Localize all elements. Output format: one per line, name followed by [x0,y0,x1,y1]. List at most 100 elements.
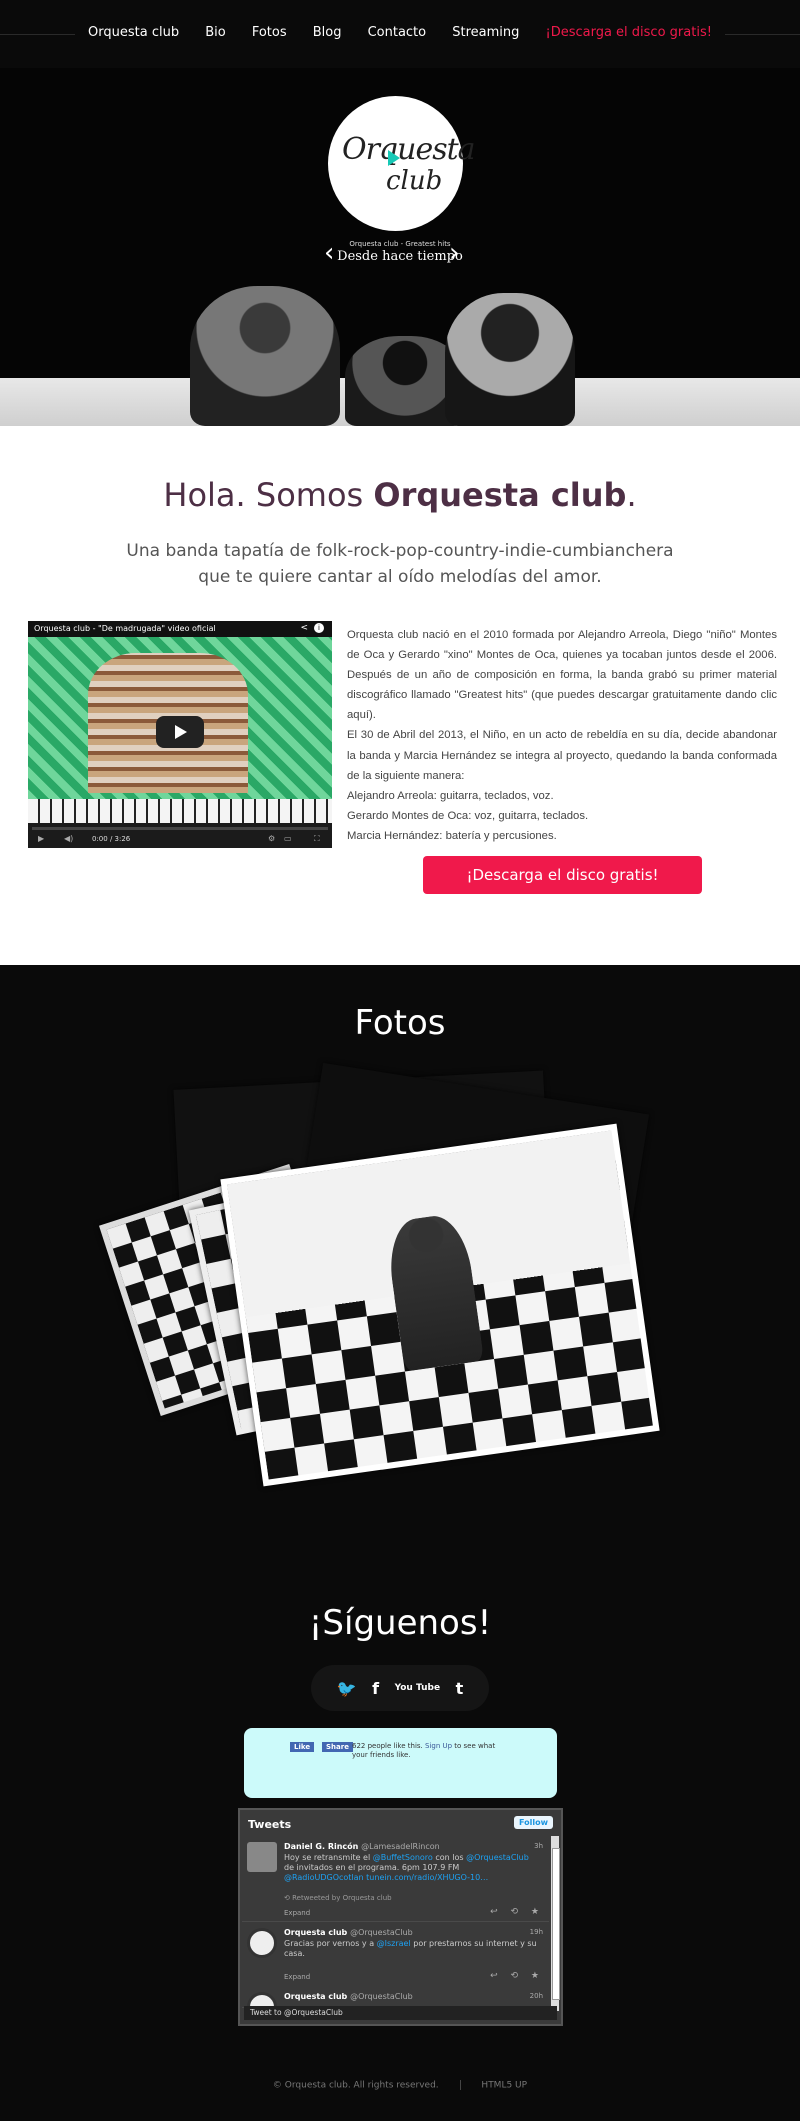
band-member-photo [190,286,340,426]
about-subtitle-line: que te quiere cantar al oído melodías de… [198,567,602,587]
nav-item-download[interactable]: ¡Descarga el disco gratis! [545,25,711,40]
video-progress-bar[interactable] [32,827,328,830]
logo-word-2: club [386,166,443,196]
about-paragraph: El 30 de Abril del 2013, el Niño, en un … [347,729,777,782]
twitter-follow-button[interactable]: Follow [513,1816,553,1829]
avatar[interactable] [247,1842,277,1872]
facebook-like-button[interactable]: Like [290,1742,315,1752]
facebook-icon[interactable]: f [372,1679,379,1698]
tweet-handle: @OrquestaClub [350,1928,413,1937]
retweet-icon[interactable]: ⟲ [511,1971,519,1981]
url-link[interactable]: tunein.com/radio/XHUGO-10… [366,1873,488,1882]
tweet-text: Gracias por vernos y a @Iszrael por pres… [284,1939,539,1959]
mention-link[interactable]: @Iszrael [377,1939,411,1948]
html5up-link[interactable]: HTML5 UP [481,2081,527,2091]
member-line: Alejandro Arreola: guitarra, teclados, v… [347,789,554,802]
tweet-time[interactable]: 20h [530,1992,543,2000]
photos-section: Fotos [0,965,800,1554]
photo-image [227,1130,653,1480]
nav-item-blog[interactable]: Blog [313,25,342,40]
retweet-info: ⟲ Retweeted by Orquesta club [284,1894,392,1902]
retweet-icon[interactable]: ⟲ [511,1907,519,1917]
photos-title: Fotos [354,1003,446,1043]
about-paragraph: Orquesta club nació en el 2010 formada p… [347,629,777,722]
tweets-header: Tweets [248,1818,292,1831]
about-title-band: Orquesta club [373,476,627,514]
about-subtitle-line: Una banda tapatía de folk-rock-pop-count… [126,541,674,561]
copyright-text: © Orquesta club. All rights reserved. [272,2080,439,2091]
tweet-author[interactable]: Orquesta club @OrquestaClub [284,1992,413,2001]
about-section: Hola. Somos Orquesta club. Una banda tap… [0,426,800,965]
settings-icon[interactable]: ⚙ [268,834,275,843]
footer: © Orquesta club. All rights reserved. HT… [0,2080,800,2091]
facebook-signup-link[interactable]: Sign Up [425,1742,452,1750]
tweet-time[interactable]: 19h [530,1928,543,1936]
about-title-suffix: . [626,476,637,514]
about-title-prefix: Hola. Somos [163,476,374,514]
tweet-text-part: Hoy se retransmite el [284,1853,373,1862]
fullscreen-icon[interactable]: ⛶ [314,834,320,844]
scrollbar[interactable] [551,1836,560,2011]
facebook-share-button[interactable]: Share [322,1742,353,1752]
tweet-text: Hoy se retransmite el @BuffetSonoro con … [284,1853,539,1883]
avatar[interactable] [247,1928,277,1958]
video-player[interactable]: Orquesta club - "De madrugada" video ofi… [28,621,332,848]
tweet-text-part: de invitados en el programa. 6pm 107.9 F… [284,1863,460,1872]
tweet-handle: @LamesadelRincon [361,1842,440,1851]
about-subtitle: Una banda tapatía de folk-rock-pop-count… [100,538,700,590]
nav-item-orquesta-club[interactable]: Orquesta club [88,25,179,40]
youtube-icon[interactable]: ▭ [284,834,292,843]
social-links: 🐦 f You Tube t [311,1665,489,1711]
nav-item-streaming[interactable]: Streaming [452,25,519,40]
video-controls: ▶ ◀) 0:00 / 3:26 ⚙ ▭ ⛶ [28,823,332,848]
favorite-icon[interactable]: ★ [531,1971,539,1981]
tweet[interactable]: Daniel G. Rincón @LamesadelRincon 3h Hoy… [242,1836,549,1922]
chevron-right-icon[interactable]: › [449,240,459,266]
download-album-button[interactable]: ¡Descarga el disco gratis! [423,856,702,894]
expand-link[interactable]: Expand [284,1973,310,1981]
photo-card[interactable] [220,1123,660,1487]
nav-item-fotos[interactable]: Fotos [252,25,287,40]
twitter-timeline: Tweets Follow Daniel G. Rincón @Lamesade… [238,1808,563,2026]
tumblr-icon[interactable]: t [456,1679,464,1698]
hero-banner: Orquesta club ‹ Orquesta club - Greatest… [0,68,800,426]
band-logo[interactable]: Orquesta club [328,96,476,231]
nav-item-contacto[interactable]: Contacto [368,25,427,40]
play-icon[interactable]: ▶ [38,834,44,843]
tweet-handle: @OrquestaClub [350,1992,413,2001]
logo-word-1: Orquesta [342,132,476,167]
video-title[interactable]: Orquesta club - "De madrugada" video ofi… [34,624,216,633]
about-title: Hola. Somos Orquesta club. [0,476,800,514]
retweet-text: Retweeted by Orquesta club [292,1894,392,1902]
top-navigation: Orquesta club Bio Fotos Blog Contacto St… [0,0,800,68]
volume-icon[interactable]: ◀) [64,834,73,843]
facebook-like-count: 622 people like this. Sign Up to see wha… [352,1742,502,1760]
mention-link[interactable]: @OrquestaClub [466,1853,529,1862]
tweet-author-name: Daniel G. Rincón [284,1842,359,1851]
facebook-like-box: Like Share 622 people like this. Sign Up… [244,1728,557,1798]
member-line: Marcia Hernández: batería y percusiones. [347,829,557,842]
member-line: Gerardo Montes de Oca: voz, guitarra, te… [347,809,589,822]
youtube-icon[interactable]: You Tube [395,1683,441,1693]
about-description: Orquesta club nació en el 2010 formada p… [347,625,777,846]
favorite-icon[interactable]: ★ [531,1907,539,1917]
mention-link[interactable]: @BuffetSonoro [373,1853,433,1862]
info-icon[interactable]: i [314,623,324,633]
tweet-list: Daniel G. Rincón @LamesadelRincon 3h Hoy… [242,1836,549,2011]
mention-link[interactable]: @RadioUDGOcotlan [284,1873,364,1882]
share-icon[interactable]: < [300,623,308,633]
play-button[interactable] [156,716,204,748]
nav-item-bio[interactable]: Bio [205,25,225,40]
expand-link[interactable]: Expand [284,1909,310,1917]
tweet-actions: ↩ ⟲ ★ [490,1971,539,1981]
band-member-photo [445,293,575,426]
tweet-text-part: con los [432,1853,467,1862]
tweet-compose-field[interactable]: Tweet to @OrquestaClub [244,2006,557,2020]
reply-icon[interactable]: ↩ [490,1971,498,1981]
reply-icon[interactable]: ↩ [490,1907,498,1917]
play-icon [388,150,400,166]
tweet-author[interactable]: Orquesta club @OrquestaClub [284,1928,413,1937]
tweet-time[interactable]: 3h [534,1842,543,1850]
twitter-icon[interactable]: 🐦 [337,1679,357,1698]
tweet-author[interactable]: Daniel G. Rincón @LamesadelRincon [284,1842,440,1851]
